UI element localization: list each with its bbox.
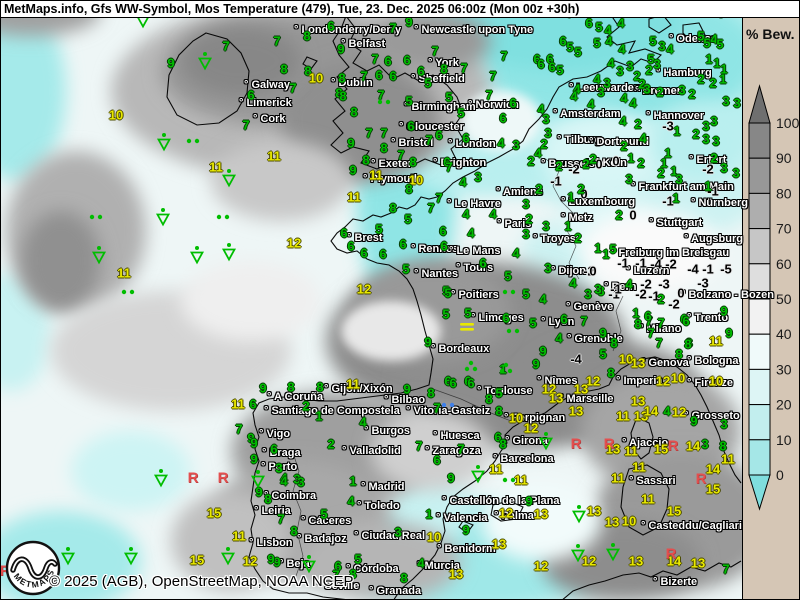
weather-map-window: % Bew. 1009080706050403020100 ° Londonde…: [0, 0, 800, 600]
legend-tick-label: 0: [776, 467, 784, 483]
legend-tick-label: 90: [776, 150, 792, 166]
legend-tick-label: 70: [776, 221, 792, 237]
legend-tick-label: 30: [776, 361, 792, 377]
legend-tick-label: 50: [776, 291, 792, 307]
cloud-cover-legend: % Bew. 1009080706050403020100: [742, 18, 800, 600]
legend-tick-label: 10: [776, 432, 792, 448]
metmaps-logo: METMAPS: [4, 539, 62, 600]
legend-scale: 1009080706050403020100: [743, 18, 800, 600]
legend-tick-label: 40: [776, 326, 792, 342]
map-canvas[interactable]: [1, 1, 742, 600]
legend-tick-label: 60: [776, 256, 792, 272]
legend-tick-label: 20: [776, 397, 792, 413]
legend-tick-label: 100: [776, 115, 800, 131]
title-bar: MetMaps.info, Gfs WW-Symbol, Mos Tempera…: [1, 1, 800, 18]
legend-tick-label: 80: [776, 185, 792, 201]
copyright-text: © 2025 (AGB), OpenStreetMap, NOAA NCEP: [49, 573, 354, 590]
